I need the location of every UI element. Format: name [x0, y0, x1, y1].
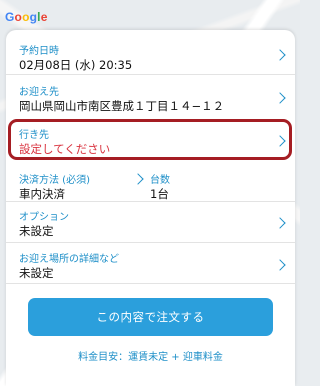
pickup-details-value: 未設定: [19, 266, 54, 280]
booking-panel: 予約日時 02月08日 (水) 20:35 お迎え先 岡山県岡山市南区豊成１丁目…: [6, 30, 295, 386]
pickup-details-label: お迎え場所の詳細など: [19, 254, 119, 265]
options-label: オプション: [19, 212, 69, 223]
divider: [6, 283, 295, 284]
pickup-row[interactable]: お迎え先 岡山県岡山市南区豊成１丁目１４−１２: [6, 75, 295, 117]
chevron-right-icon: [274, 92, 286, 104]
chevron-right-icon: [274, 49, 286, 61]
fare-estimate: 料金目安：運賃未定 + 迎車料金: [78, 352, 223, 363]
destination-label: 行き先: [19, 130, 49, 141]
pickup-value: 岡山県岡山市南区豊成１丁目１４−１２: [19, 99, 225, 113]
options-row[interactable]: オプション 未設定: [6, 202, 295, 242]
options-value: 未設定: [19, 224, 54, 238]
destination-row[interactable]: 行き先 設定してください: [6, 119, 295, 160]
cars-label: 台数: [150, 175, 170, 186]
chevron-right-icon: [274, 259, 286, 271]
chevron-right-icon: [132, 173, 144, 185]
datetime-row[interactable]: 予約日時 02月08日 (水) 20:35: [6, 30, 295, 72]
chevron-right-icon: [274, 217, 286, 229]
payment-value: 車内決済: [19, 187, 65, 201]
pickup-details-row[interactable]: お迎え場所の詳細など 未設定: [6, 243, 295, 283]
payment-label: 決済方法 (必須): [19, 175, 90, 186]
cars-row[interactable]: 台数 1台: [146, 165, 295, 205]
destination-value: 設定してください: [19, 142, 111, 156]
cars-value: 1台: [150, 187, 169, 201]
chevron-right-icon: [274, 135, 286, 147]
datetime-label: 予約日時: [19, 46, 59, 57]
google-logo: Google: [5, 10, 48, 24]
pickup-label: お迎え先: [19, 87, 59, 98]
datetime-value: 02月08日 (水) 20:35: [19, 58, 133, 72]
order-button[interactable]: この内容で注文する: [28, 298, 273, 336]
